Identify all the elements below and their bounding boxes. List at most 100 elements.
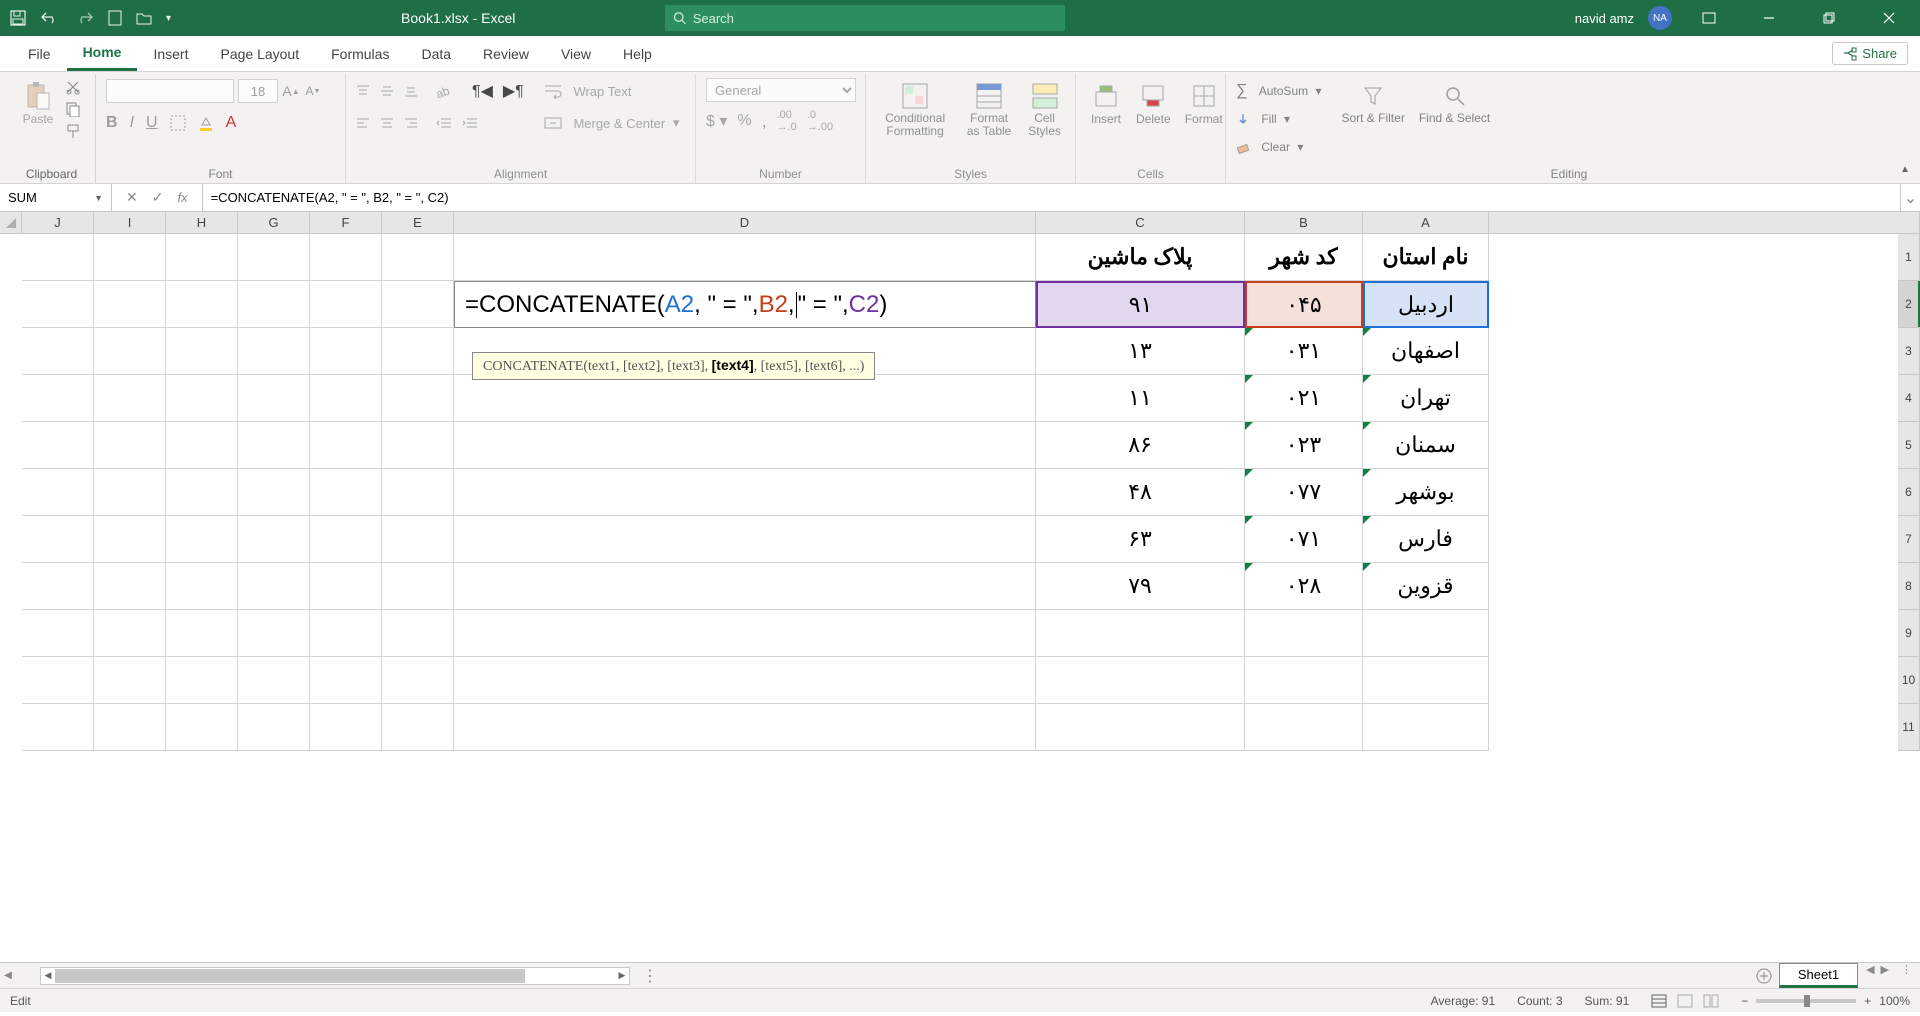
col-header-C[interactable]: C [1036,212,1245,234]
cell-J1[interactable] [22,234,94,281]
cell-E11[interactable] [382,704,454,751]
cell-F11[interactable] [310,704,382,751]
cell-B9[interactable] [1245,610,1363,657]
cell-styles-button[interactable]: Cell Styles [1024,78,1065,140]
cell-F2[interactable] [310,281,382,328]
align-right-icon[interactable] [404,116,418,130]
cell-I10[interactable] [94,657,166,704]
paste-button[interactable]: Paste [18,78,58,128]
tab-data[interactable]: Data [405,36,467,71]
open-icon[interactable] [136,11,152,25]
cell-B8[interactable]: ۰۲۸ [1245,563,1363,610]
cell-I4[interactable] [94,375,166,422]
cell-D2[interactable]: =CONCATENATE(A2, " = ", B2, " = ", C2) [454,281,1036,328]
cell-A7[interactable]: فارس [1363,516,1489,563]
cell-F10[interactable] [310,657,382,704]
cell-E2[interactable] [382,281,454,328]
row-header-4[interactable]: 4 [1898,375,1920,422]
cell-B2[interactable]: ۰۴۵ [1245,281,1363,328]
cell-A10[interactable] [1363,657,1489,704]
cell-F8[interactable] [310,563,382,610]
select-all-corner[interactable] [0,212,22,234]
cell-A1[interactable]: نام استان [1363,234,1489,281]
tab-insert[interactable]: Insert [137,36,204,71]
cell-J6[interactable] [22,469,94,516]
cell-J9[interactable] [22,610,94,657]
cell-E10[interactable] [382,657,454,704]
cell-A5[interactable]: سمنان [1363,422,1489,469]
cut-icon[interactable] [64,78,82,96]
cell-D4[interactable] [454,375,1036,422]
align-bottom-icon[interactable] [404,84,418,98]
tab-home[interactable]: Home [67,36,138,71]
horizontal-scrollbar[interactable]: ◀ ▶ [40,967,630,985]
cell-J7[interactable] [22,516,94,563]
search-box[interactable] [665,5,1065,31]
cell-H7[interactable] [166,516,238,563]
cell-B4[interactable]: ۰۲۱ [1245,375,1363,422]
scroll-left-icon[interactable]: ◀ [0,970,16,981]
enter-formula-icon[interactable]: ✓ [152,189,164,206]
minimize-icon[interactable] [1746,0,1792,36]
tab-view[interactable]: View [545,36,607,71]
increase-font-icon[interactable]: A▲ [282,82,300,100]
rtl-icon[interactable]: ¶◀ [472,81,493,101]
cell-G6[interactable] [238,469,310,516]
percent-icon[interactable]: % [737,112,751,130]
cell-F7[interactable] [310,516,382,563]
cell-C7[interactable]: ۶۳ [1036,516,1245,563]
cell-J11[interactable] [22,704,94,751]
ltr-icon[interactable]: ▶¶ [503,81,524,101]
hscroll-left-arrow-icon[interactable]: ◀ [41,968,55,984]
cell-H8[interactable] [166,563,238,610]
normal-view-icon[interactable] [1651,994,1667,1008]
align-center-icon[interactable] [380,116,394,130]
wrap-text-button[interactable]: Wrap Text [544,78,680,104]
cell-B3[interactable]: ۰۳۱ [1245,328,1363,375]
cell-D10[interactable] [454,657,1036,704]
page-layout-view-icon[interactable] [1677,994,1693,1008]
page-break-view-icon[interactable] [1703,994,1719,1008]
col-header-A[interactable]: A [1363,212,1489,234]
cell-A9[interactable] [1363,610,1489,657]
cell-E8[interactable] [382,563,454,610]
cell-A4[interactable]: تهران [1363,375,1489,422]
cell-D9[interactable] [454,610,1036,657]
col-header-D[interactable]: D [454,212,1036,234]
cell-H9[interactable] [166,610,238,657]
cell-F4[interactable] [310,375,382,422]
user-avatar[interactable]: NA [1648,6,1672,30]
cell-B10[interactable] [1245,657,1363,704]
italic-button[interactable]: I [130,114,134,132]
cell-B11[interactable] [1245,704,1363,751]
cell-C6[interactable]: ۴۸ [1036,469,1245,516]
hscroll-right-arrow-icon[interactable]: ▶ [615,968,629,984]
cell-C2[interactable]: ۹۱ [1036,281,1245,328]
search-input[interactable] [693,11,1058,26]
zoom-out-icon[interactable]: − [1741,994,1748,1008]
cell-I3[interactable] [94,328,166,375]
bold-button[interactable]: B [106,114,118,132]
copy-icon[interactable] [64,100,82,118]
cell-E5[interactable] [382,422,454,469]
cancel-formula-icon[interactable]: ✕ [126,189,138,206]
delete-cells-button[interactable]: Delete [1132,78,1175,128]
col-header-J[interactable]: J [22,212,94,234]
row-header-8[interactable]: 8 [1898,563,1920,610]
share-button[interactable]: Share [1832,42,1908,65]
row-header-10[interactable]: 10 [1898,657,1920,704]
row-header-3[interactable]: 3 [1898,328,1920,375]
merge-center-button[interactable]: Merge & Center ▾ [544,110,680,136]
insert-cells-button[interactable]: Insert [1086,78,1126,128]
increase-indent-icon[interactable] [462,116,478,130]
col-header-I[interactable]: I [94,212,166,234]
font-size-select[interactable] [238,79,278,103]
cell-G5[interactable] [238,422,310,469]
cell-G10[interactable] [238,657,310,704]
close-icon[interactable] [1866,0,1912,36]
col-header-E[interactable]: E [382,212,454,234]
cell-B6[interactable]: ۰۷۷ [1245,469,1363,516]
cell-H11[interactable] [166,704,238,751]
underline-button[interactable]: U [146,114,158,132]
cell-B1[interactable]: کد شهر [1245,234,1363,281]
